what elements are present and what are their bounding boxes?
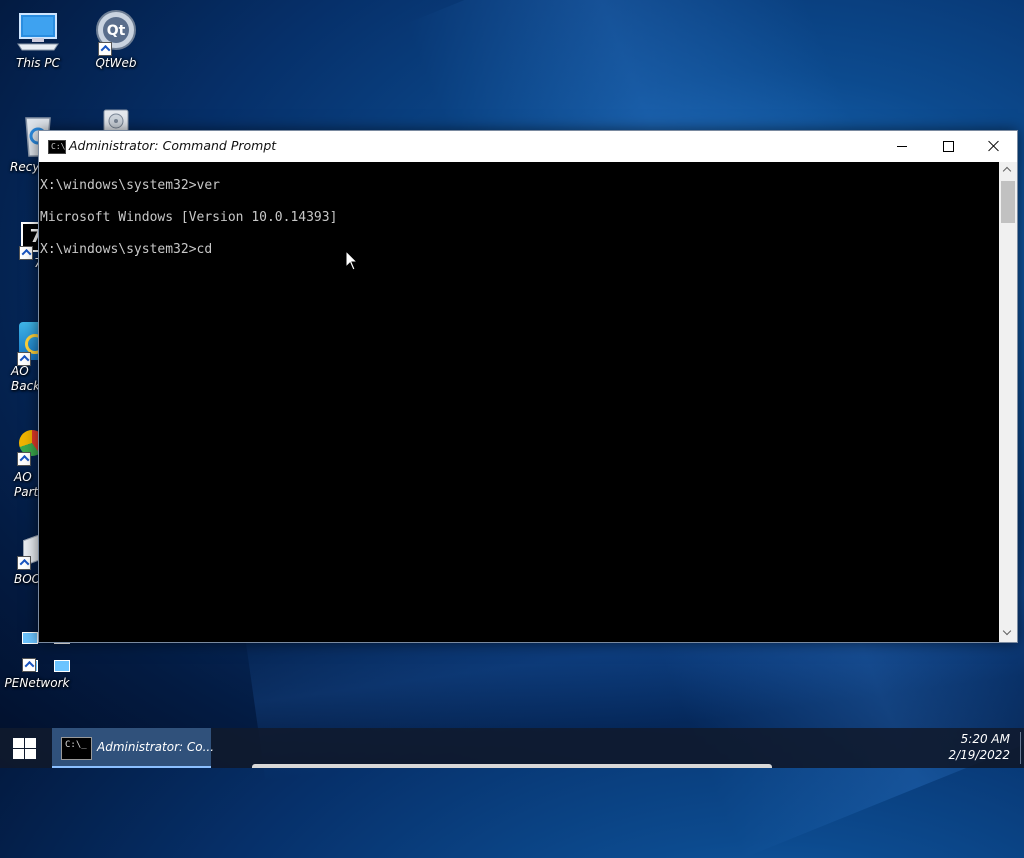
- aomei-partition-icon: [5, 428, 45, 470]
- taskbar-app-label: Administrator: Co...: [97, 740, 215, 754]
- aomei-backupper-icon: [5, 320, 45, 366]
- shortcut-arrow-icon: [22, 658, 36, 672]
- shortcut-arrow-icon: [17, 556, 31, 570]
- shortcut-arrow-icon: [19, 246, 33, 260]
- desktop-icon-label: PENetwork: [4, 676, 70, 690]
- desktop-icon-label: This PC: [16, 56, 60, 70]
- monitor-icon: [14, 8, 62, 56]
- desktop-icon-7zip[interactable]: 7 7: [2, 222, 51, 271]
- clock-time: 5:20 AM: [960, 732, 1010, 746]
- show-desktop-button[interactable]: [1020, 732, 1021, 764]
- desktop-icon-label: AO Parti: [14, 470, 42, 499]
- desktop-icon-aomei-backupper[interactable]: AO Back: [2, 320, 45, 394]
- cmd-icon: C:\_: [61, 737, 92, 760]
- console-line: Microsoft Windows [Version 10.0.14393]: [40, 210, 338, 225]
- shortcut-arrow-icon: [17, 452, 31, 466]
- desktop-icon-drive[interactable]: [88, 108, 144, 133]
- vertical-scrollbar[interactable]: [999, 162, 1017, 642]
- maximize-button[interactable]: [925, 131, 971, 162]
- scroll-thumb[interactable]: [1001, 181, 1015, 223]
- scroll-down-button[interactable]: [999, 625, 1017, 642]
- shortcut-arrow-icon: [17, 352, 31, 366]
- console-line: X:\windows\system32>cd: [40, 242, 213, 257]
- scroll-up-button[interactable]: [999, 162, 1017, 179]
- minimize-button[interactable]: [879, 131, 925, 162]
- 7zip-icon: 7: [7, 222, 51, 260]
- desktop-icon-aomei-partition[interactable]: AO Parti: [2, 428, 45, 500]
- desktop-icon-label: BOO: [14, 572, 42, 586]
- disc-drive-icon: [100, 108, 132, 133]
- bootice-icon: [5, 530, 47, 572]
- qtweb-icon: Qt: [92, 8, 140, 56]
- desktop-icon-bootice[interactable]: BOO: [2, 530, 47, 587]
- start-button[interactable]: [0, 728, 48, 768]
- desktop-icon-label: QtWeb: [95, 56, 137, 70]
- windows-logo-icon: [13, 738, 36, 759]
- desktop-icon-label: AO Back: [11, 364, 41, 393]
- desktop-icon-this-pc[interactable]: This PC: [2, 8, 74, 71]
- taskbar-app-command-prompt[interactable]: C:\_ Administrator: Co...: [52, 728, 215, 768]
- console-output[interactable]: X:\windows\system32>ver Microsoft Window…: [39, 162, 999, 642]
- console-line: X:\windows\system32>ver: [40, 178, 221, 193]
- title-bar[interactable]: C:\ Administrator: Command Prompt: [39, 131, 1017, 162]
- taskbar: C:\_ Administrator: Co... 5:20 AM 2/19/2…: [0, 728, 1024, 768]
- system-clock[interactable]: 5:20 AM 2/19/2022: [948, 731, 1010, 763]
- window-title: Administrator: Command Prompt: [69, 138, 277, 153]
- svg-text:Qt: Qt: [107, 23, 126, 39]
- bottom-panel-edge: [252, 764, 772, 768]
- command-prompt-window[interactable]: C:\ Administrator: Command Prompt X:\win…: [38, 130, 1018, 643]
- clock-date: 2/19/2022: [948, 748, 1010, 762]
- desktop-icon-qtweb[interactable]: Qt QtWeb: [80, 8, 152, 71]
- cmd-icon: C:\: [48, 140, 66, 154]
- close-button[interactable]: [971, 131, 1017, 162]
- shortcut-arrow-icon: [98, 42, 112, 56]
